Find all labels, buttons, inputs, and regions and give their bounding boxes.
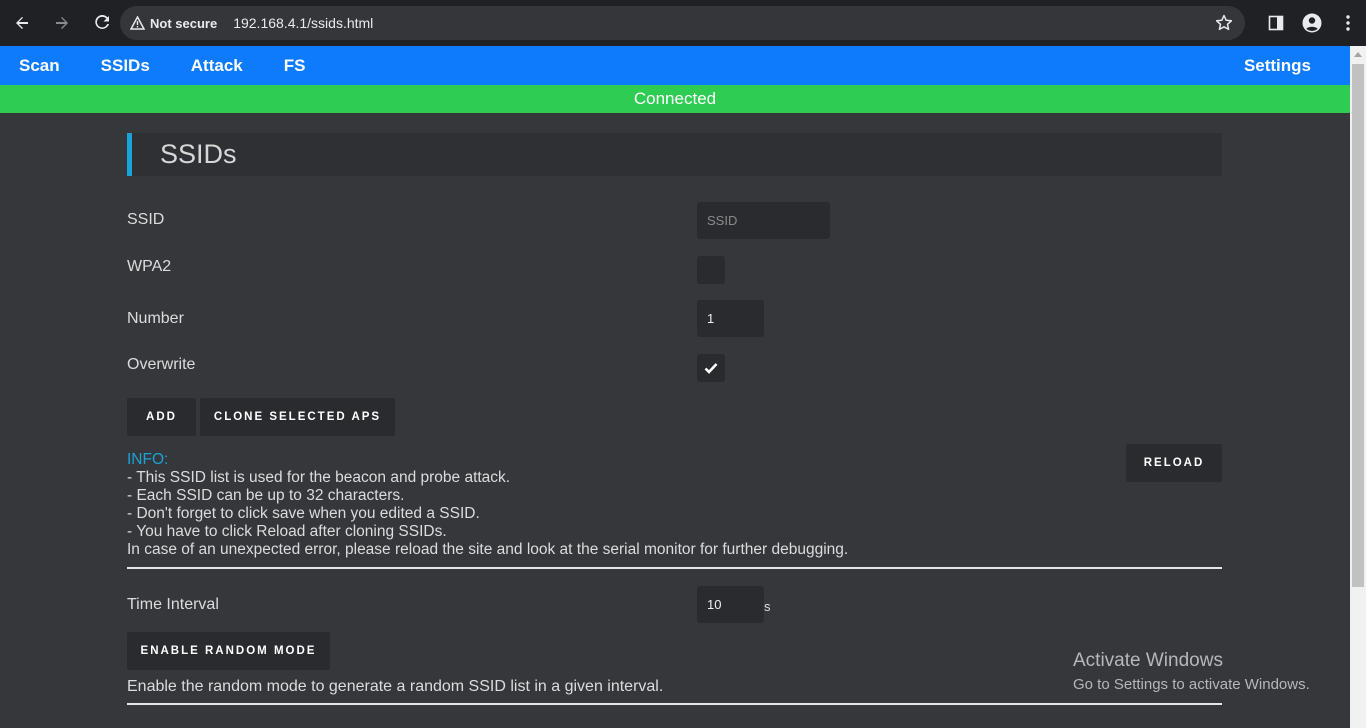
reload-page-button[interactable] (84, 5, 120, 41)
side-panel-icon (1268, 15, 1284, 31)
side-panel-button[interactable] (1258, 5, 1294, 41)
ssid-label: SSID (127, 211, 165, 228)
url-text[interactable]: 192.168.4.1/ssids.html (233, 15, 373, 31)
top-navigation: Scan SSIDs Attack FS Settings (0, 46, 1350, 85)
info-line: In case of an unexpected error, please r… (127, 541, 849, 558)
nav-scan[interactable]: Scan (19, 46, 60, 85)
refresh-icon (95, 15, 109, 29)
back-arrow-icon (16, 17, 28, 29)
scroll-up-arrow-icon[interactable] (1354, 52, 1362, 57)
add-button[interactable]: ADD (127, 398, 196, 436)
page-title: SSIDs (160, 139, 237, 169)
bookmark-star-icon[interactable] (1215, 14, 1233, 32)
profile-button[interactable] (1294, 5, 1330, 41)
forward-button[interactable] (44, 5, 80, 41)
nav-attack[interactable]: Attack (191, 46, 243, 85)
scrollbar-thumb[interactable] (1352, 64, 1364, 587)
watermark-line2: Go to Settings to activate Windows. (1073, 676, 1310, 693)
number-input[interactable] (697, 300, 764, 337)
divider (127, 703, 1222, 705)
kebab-menu-icon (1346, 15, 1350, 31)
browser-toolbar: Not secure 192.168.4.1/ssids.html (0, 0, 1366, 46)
nav-settings[interactable]: Settings (1244, 46, 1311, 85)
windows-activation-watermark: Activate Windows Go to Settings to activ… (1073, 650, 1310, 693)
time-interval-label: Time Interval (127, 596, 219, 613)
random-mode-description: Enable the random mode to generate a ran… (127, 678, 664, 695)
overwrite-checkbox[interactable] (697, 354, 725, 382)
enable-random-mode-button[interactable]: ENABLE RANDOM MODE (127, 632, 330, 670)
page-scrollbar[interactable] (1350, 46, 1366, 728)
address-bar[interactable]: Not secure 192.168.4.1/ssids.html (120, 6, 1245, 40)
info-line: - Don't forget to click save when you ed… (127, 505, 480, 522)
warning-triangle-icon (130, 16, 145, 30)
info-line: - This SSID list is used for the beacon … (127, 469, 511, 486)
nav-fs[interactable]: FS (284, 46, 306, 85)
time-interval-unit: s (764, 599, 771, 614)
info-box: INFO: - This SSID list is used for the b… (127, 451, 848, 559)
clone-selected-aps-button[interactable]: CLONE SELECTED APS (200, 398, 395, 436)
wpa2-label: WPA2 (127, 258, 172, 275)
checkmark-icon (704, 363, 718, 374)
forward-arrow-icon (56, 17, 68, 29)
page-heading: SSIDs (127, 133, 1222, 176)
ssid-input[interactable] (697, 202, 830, 239)
security-chip[interactable]: Not secure (124, 9, 225, 37)
back-button[interactable] (4, 5, 40, 41)
number-label: Number (127, 310, 184, 327)
overwrite-label: Overwrite (127, 356, 196, 373)
time-interval-input[interactable] (697, 586, 764, 623)
profile-avatar-icon (1302, 13, 1322, 33)
info-line: - You have to click Reload after cloning… (127, 523, 447, 540)
divider (127, 567, 1222, 569)
info-line: - Each SSID can be up to 32 characters. (127, 487, 405, 504)
connection-status-bar: Connected (0, 85, 1350, 113)
reload-button[interactable]: RELOAD (1126, 444, 1222, 482)
nav-ssids[interactable]: SSIDs (101, 46, 150, 85)
info-title: INFO: (127, 451, 169, 468)
security-label: Not secure (150, 15, 218, 31)
watermark-line1: Activate Windows (1073, 650, 1223, 671)
menu-button[interactable] (1330, 5, 1366, 41)
wpa2-checkbox[interactable] (697, 256, 725, 284)
